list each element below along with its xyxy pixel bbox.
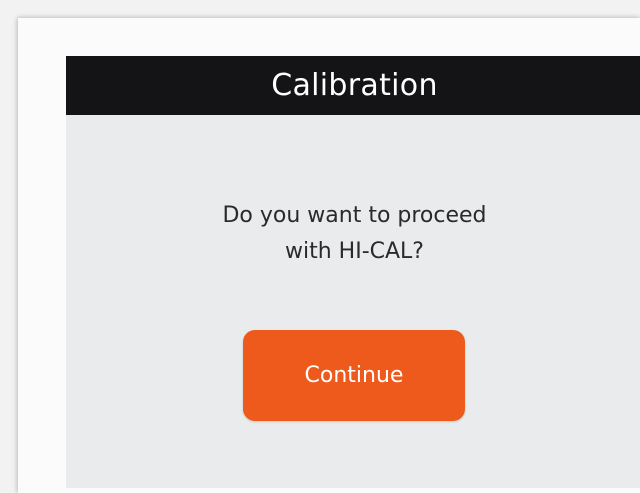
prompt-line-1: Do you want to proceed (222, 203, 487, 228)
continue-button-label: Continue (304, 363, 404, 388)
prompt-line-2: with HI-CAL? (285, 239, 424, 264)
continue-button[interactable]: Continue (243, 330, 465, 421)
prompt-message: Do you want to proceed with HI-CAL? (66, 198, 640, 270)
page-title: Calibration (271, 68, 438, 103)
title-bar: Calibration (66, 56, 640, 115)
calibration-screen: Calibration Do you want to proceed with … (66, 56, 640, 488)
device-frame: Calibration Do you want to proceed with … (18, 18, 640, 493)
